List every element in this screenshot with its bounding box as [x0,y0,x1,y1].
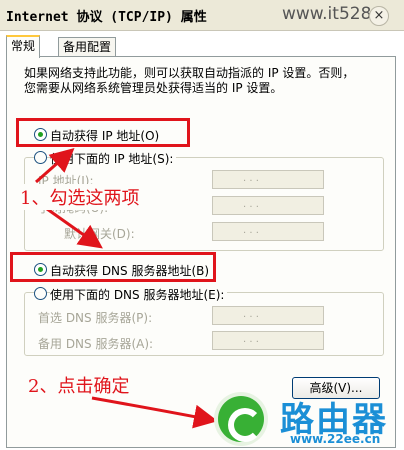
logo-e-icon [218,396,264,442]
tab-general[interactable]: 常规 [6,35,41,58]
arrow-to-ok [91,396,218,429]
arrow-to-ip-auto [35,148,75,184]
logo-url: www.22ee.cn [290,432,381,446]
router-logo: 路由器 www.22ee.cn [210,392,404,450]
arrow-to-dns-auto [39,202,103,249]
annotation-step2: 2、点击确定 [28,376,130,397]
annotation-step1: 1、勾选这两项 [20,184,140,210]
